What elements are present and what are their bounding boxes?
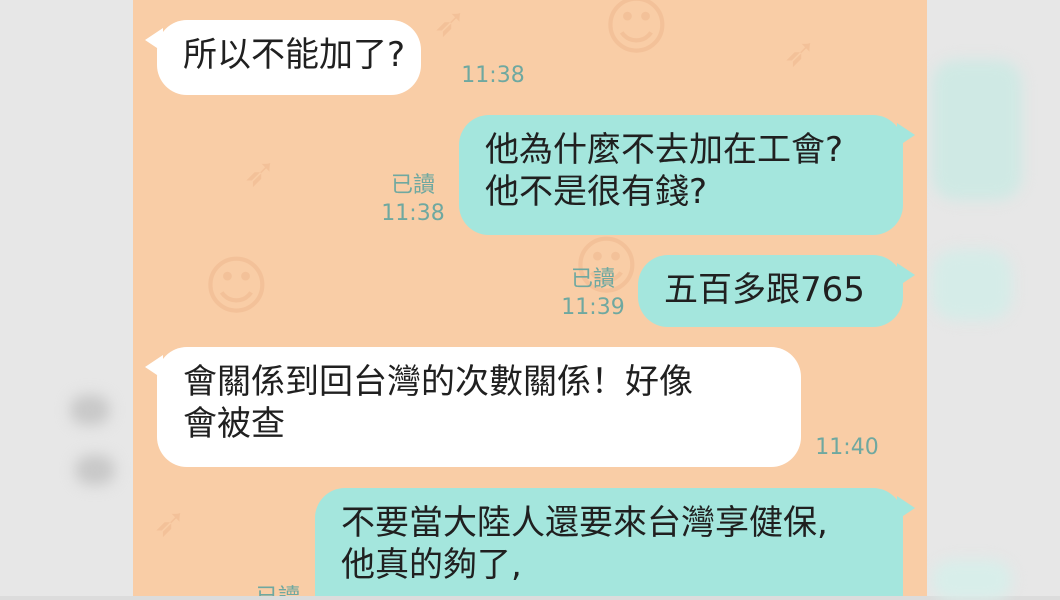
right-blurred-panel bbox=[927, 0, 1060, 600]
timestamp: 11:39 bbox=[561, 295, 625, 320]
bubble-tail bbox=[145, 355, 163, 379]
message-text: 不要當大陸人還要來台灣享健保, bbox=[341, 503, 828, 543]
chat-window[interactable]: ☺ ➶ ➶ ➶ ☺ ☺ ☺ ➶ 所以不能加了? 11:38 已讀 11:38 他… bbox=[133, 0, 927, 596]
incoming-message-bubble[interactable]: 所以不能加了? bbox=[145, 20, 421, 95]
blur-blob bbox=[932, 560, 1012, 600]
left-blurred-panel bbox=[0, 0, 133, 596]
blur-blob bbox=[70, 395, 110, 425]
bubble-tail bbox=[897, 263, 915, 287]
bubble-tail bbox=[145, 28, 163, 52]
incoming-message-bubble[interactable]: 會關係到回台灣的次數關係！好像 會被查 bbox=[145, 347, 801, 467]
timestamp: 11:38 bbox=[381, 201, 445, 226]
read-receipt: 已讀 bbox=[570, 267, 615, 292]
message-meta: 已讀 11:39 bbox=[558, 266, 628, 322]
blur-blob bbox=[932, 250, 1012, 320]
timestamp: 11:38 bbox=[461, 63, 525, 88]
outgoing-message-bubble[interactable]: 五百多跟765 bbox=[638, 255, 915, 327]
wallpaper-carrot-icon: ➶ bbox=[433, 0, 467, 46]
message-text: 所以不能加了? bbox=[183, 35, 406, 75]
message-text: 會被查 bbox=[183, 404, 285, 444]
message-text: 他不是很有錢? bbox=[485, 172, 708, 212]
bubble-tail bbox=[897, 496, 915, 520]
wallpaper-seal-icon: ☺ bbox=[203, 250, 270, 324]
read-receipt: 已讀 bbox=[390, 173, 435, 198]
wallpaper-seal-icon: ☺ bbox=[603, 0, 670, 64]
outgoing-message-bubble[interactable]: 他為什麼不去加在工會? 他不是很有錢? bbox=[459, 115, 915, 235]
wallpaper-carrot-icon: ➶ bbox=[243, 150, 277, 196]
blur-blob bbox=[75, 455, 115, 485]
outgoing-message-bubble[interactable]: 不要當大陸人還要來台灣享健保, 他真的夠了, bbox=[315, 488, 915, 596]
message-meta: 已讀 11:38 bbox=[378, 172, 448, 228]
message-text: 會關係到回台灣的次數關係！好像 bbox=[183, 362, 693, 402]
wallpaper-carrot-icon: ➶ bbox=[783, 30, 817, 76]
wallpaper-carrot-icon: ➶ bbox=[153, 500, 187, 546]
blur-blob bbox=[932, 60, 1022, 200]
message-text: 他為什麼不去加在工會? bbox=[485, 130, 844, 170]
message-text: 五百多跟765 bbox=[664, 270, 865, 310]
message-meta: 已讀 bbox=[243, 584, 313, 596]
read-receipt: 已讀 bbox=[243, 584, 313, 596]
timestamp: 11:40 bbox=[815, 435, 879, 460]
message-meta: 11:40 bbox=[809, 434, 885, 462]
message-meta: 11:38 bbox=[458, 62, 528, 90]
bubble-tail bbox=[897, 123, 915, 147]
message-text: 他真的夠了, bbox=[341, 545, 522, 585]
